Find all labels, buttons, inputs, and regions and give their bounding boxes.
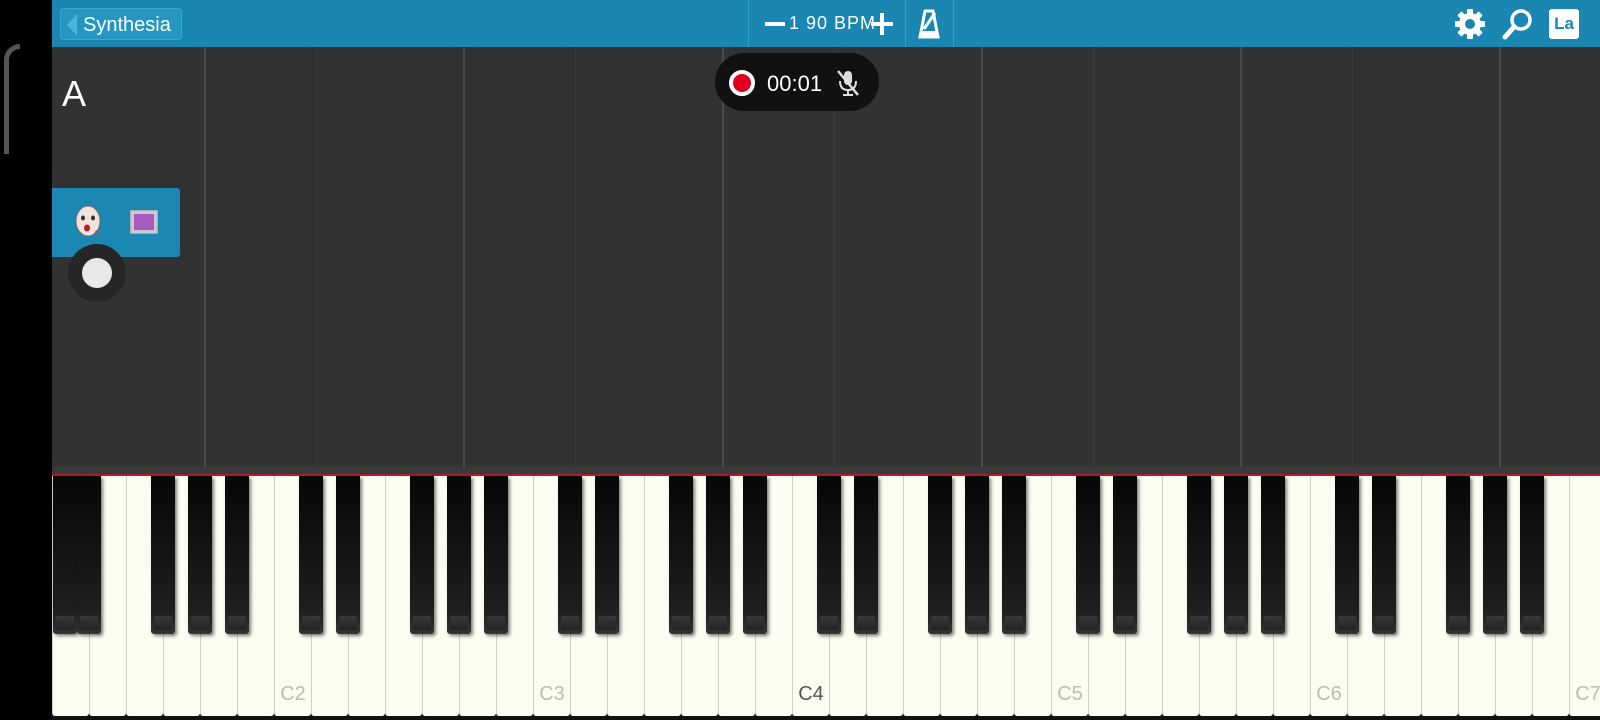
octave-gridline (204, 47, 206, 467)
track-panel[interactable] (52, 188, 180, 257)
black-key-c-sharp[interactable] (52, 476, 77, 634)
octave-label: C4 (798, 683, 824, 705)
language-button[interactable]: La (1549, 9, 1579, 39)
mic-muted-icon[interactable] (835, 68, 861, 98)
black-key-a-sharp[interactable] (1261, 476, 1285, 634)
tempo-decrease-button[interactable] (765, 22, 785, 26)
left-bezel (0, 0, 52, 720)
sub-gridline (575, 47, 576, 467)
black-key-c-sharp[interactable] (817, 476, 841, 634)
black-key-g-sharp[interactable] (188, 476, 212, 634)
octave-label: C2 (280, 683, 306, 705)
black-key-d-sharp[interactable] (854, 476, 878, 634)
black-key-c-sharp[interactable] (558, 476, 582, 634)
octave-label: C7 (1575, 683, 1600, 705)
octave-label: C3 (539, 683, 565, 705)
edge-panel-handle[interactable] (4, 44, 20, 154)
toggle-knob (82, 258, 112, 288)
sub-gridline (1352, 47, 1353, 467)
octave-gridline (981, 47, 983, 467)
black-key-a-sharp[interactable] (1002, 476, 1026, 634)
track-color-swatch[interactable] (130, 210, 158, 234)
black-key-d-sharp[interactable] (77, 476, 101, 634)
octave-gridline (1240, 47, 1242, 467)
toolbar: Synthesia 1 90 BPM La (52, 0, 1600, 47)
black-key-a-sharp[interactable] (1520, 476, 1544, 634)
black-key-a-sharp[interactable] (743, 476, 767, 634)
white-key-c[interactable]: C7 (1569, 476, 1600, 716)
black-key-d-sharp[interactable] (1372, 476, 1396, 634)
track-toggle-button[interactable] (68, 244, 126, 302)
black-key-c-sharp[interactable] (1076, 476, 1100, 634)
sub-gridline (316, 47, 317, 467)
back-button-label: Synthesia (83, 14, 171, 36)
black-key-c-sharp[interactable] (1335, 476, 1359, 634)
metronome-icon (918, 9, 940, 39)
black-key-f-sharp[interactable] (1446, 476, 1470, 634)
octave-label: C5 (1057, 683, 1083, 705)
octave-gridline (1499, 47, 1501, 467)
tempo-control: 1 90 BPM (748, 0, 906, 47)
black-key-g-sharp[interactable] (1224, 476, 1248, 634)
tempo-label: 1 90 BPM (789, 13, 877, 33)
black-key-f-sharp[interactable] (669, 476, 693, 634)
search-icon[interactable] (1502, 8, 1534, 45)
section-marker: A (62, 73, 87, 114)
metronome-button[interactable] (905, 0, 954, 47)
black-key-g-sharp[interactable] (447, 476, 471, 634)
black-key-a-sharp[interactable] (225, 476, 249, 634)
screen-recorder: 00:01 (715, 53, 879, 111)
black-key-d-sharp[interactable] (336, 476, 360, 634)
black-key-d-sharp[interactable] (595, 476, 619, 634)
octave-gridline (722, 47, 724, 467)
settings-gear-icon[interactable] (1454, 8, 1486, 45)
singing-face-icon[interactable] (72, 204, 108, 242)
sub-gridline (1093, 47, 1094, 467)
black-key-a-sharp[interactable] (484, 476, 508, 634)
black-key-g-sharp[interactable] (965, 476, 989, 634)
record-stop-button[interactable] (729, 70, 755, 96)
black-key-c-sharp[interactable] (299, 476, 323, 634)
track-color-fill (134, 214, 154, 230)
back-button[interactable]: Synthesia (60, 8, 182, 40)
tempo-increase-button[interactable] (871, 13, 893, 35)
black-key-g-sharp[interactable] (706, 476, 730, 634)
keyboard-top-edge (52, 467, 1600, 476)
falling-notes-area[interactable]: A 00:01 (52, 47, 1600, 467)
black-key-f-sharp[interactable] (1187, 476, 1211, 634)
black-key-f-sharp[interactable] (151, 476, 175, 634)
black-key-d-sharp[interactable] (1113, 476, 1137, 634)
back-chevron-icon (67, 14, 77, 36)
black-key-f-sharp[interactable] (928, 476, 952, 634)
recording-time: 00:01 (767, 71, 823, 96)
black-key-f-sharp[interactable] (410, 476, 434, 634)
piano-keyboard[interactable]: C2 C3 C4 C5 C6 C7 (52, 476, 1600, 720)
black-key-g-sharp[interactable] (1483, 476, 1507, 634)
octave-gridline (463, 47, 465, 467)
octave-label: C6 (1316, 683, 1342, 705)
